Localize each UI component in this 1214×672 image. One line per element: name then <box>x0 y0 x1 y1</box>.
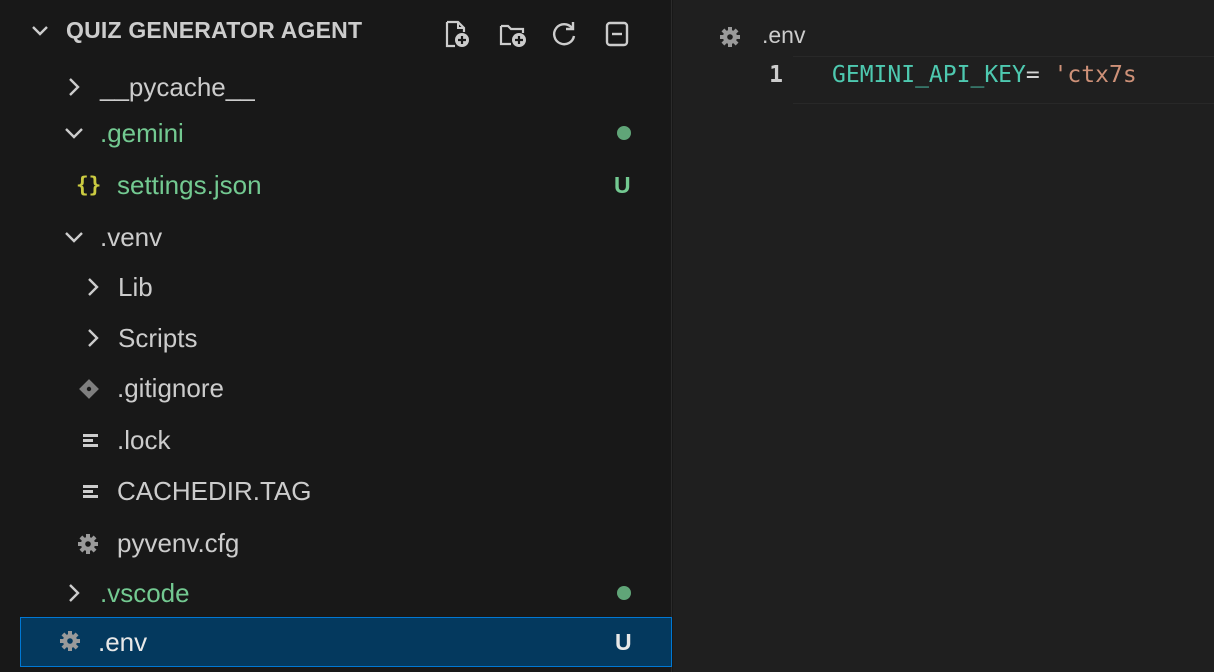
tree-item-pycache[interactable]: __pycache__ <box>18 62 672 113</box>
new-file-icon <box>445 20 469 48</box>
editor-pane[interactable]: .env 1 GEMINI_API_KEY= 'ctx7s <box>673 0 1214 672</box>
tree-item-label: pyvenv.cfg <box>117 528 240 558</box>
chevron-right-icon <box>88 329 99 347</box>
tree-item-venv[interactable]: .venv <box>18 212 672 263</box>
tree-item-label: __pycache__ <box>100 72 255 102</box>
env-value: 'ctx7s <box>1053 62 1137 88</box>
line-number: 1 <box>769 62 783 88</box>
tree-item-label: Lib <box>118 272 153 302</box>
refresh-icon <box>553 22 576 46</box>
gear-icon <box>720 27 740 47</box>
tree-item-label: .venv <box>100 222 163 252</box>
tree-item-label: .vscode <box>100 578 190 608</box>
code-line[interactable]: 1 GEMINI_API_KEY= 'ctx7s <box>673 56 1214 104</box>
tree-item-label: .env <box>98 627 148 657</box>
collapse-all-icon <box>605 21 629 47</box>
tree-item-label: settings.json <box>117 170 262 200</box>
tree-item-vscode[interactable]: .vscode <box>18 568 672 619</box>
tree-item-gemini[interactable]: .gemini <box>18 108 672 159</box>
explorer-panel: QUIZ GENERATOR AGENT __pycache__ .gemini… <box>0 0 672 672</box>
tree-item-cachedir-tag[interactable]: CACHEDIR.TAG <box>18 466 672 517</box>
tree-item-lib[interactable]: Lib <box>18 262 672 313</box>
text-file-icon <box>83 434 98 447</box>
new-folder-button[interactable] <box>496 18 530 50</box>
chevron-down-icon <box>65 232 83 243</box>
chevron-right-icon <box>69 584 80 602</box>
tree-item-env[interactable]: .env U <box>20 617 672 667</box>
tree-item-lock[interactable]: .lock <box>18 415 672 466</box>
code-text[interactable]: GEMINI_API_KEY= 'ctx7s <box>832 62 1137 88</box>
tree-item-settings-json[interactable]: {} settings.json U <box>18 160 672 211</box>
chevron-right-icon <box>88 278 99 296</box>
tree-item-label: .lock <box>117 425 171 455</box>
tree-item-label: .gemini <box>100 118 184 148</box>
collapse-all-button[interactable] <box>601 18 635 50</box>
explorer-title: QUIZ GENERATOR AGENT <box>66 17 363 43</box>
breadcrumb-label: .env <box>762 22 806 48</box>
text-file-icon <box>83 485 98 498</box>
env-key: GEMINI_API_KEY <box>832 62 1026 88</box>
git-file-icon <box>79 379 99 399</box>
chevron-right-icon <box>69 78 80 96</box>
tree-item-scripts[interactable]: Scripts <box>18 313 672 364</box>
json-file-icon: {} <box>76 173 102 197</box>
modified-dot-icon <box>617 586 631 600</box>
explorer-header[interactable]: QUIZ GENERATOR AGENT <box>0 0 672 62</box>
tree-item-gitignore[interactable]: .gitignore <box>18 363 672 414</box>
untracked-badge: U <box>614 172 631 198</box>
gear-icon <box>60 631 80 651</box>
untracked-badge: U <box>615 629 632 655</box>
refresh-button[interactable] <box>548 18 582 50</box>
chevron-down-icon[interactable] <box>30 20 50 42</box>
env-operator: = <box>1025 62 1054 88</box>
new-file-button[interactable] <box>440 18 474 50</box>
tree-item-label: CACHEDIR.TAG <box>117 476 312 506</box>
tree-item-label: Scripts <box>118 323 198 353</box>
new-folder-icon <box>499 24 526 47</box>
tree-item-label: .gitignore <box>117 373 224 403</box>
chevron-down-icon <box>65 128 83 139</box>
modified-dot-icon <box>617 126 631 140</box>
tree-item-pyvenv-cfg[interactable]: pyvenv.cfg <box>18 518 672 569</box>
gear-icon <box>78 534 98 554</box>
